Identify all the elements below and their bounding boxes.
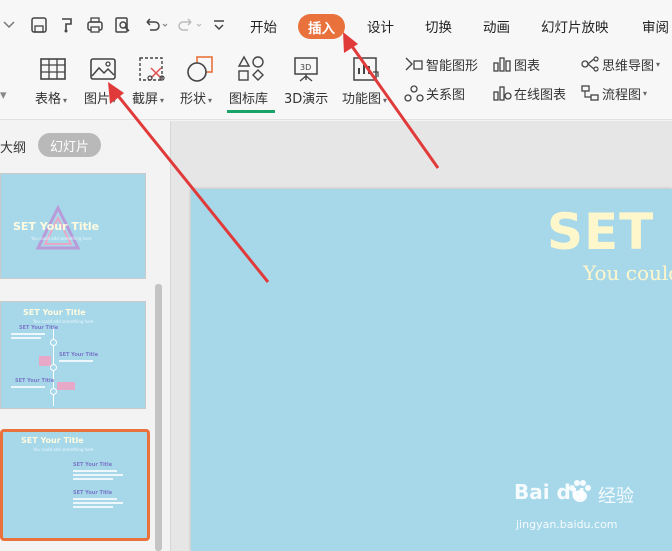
save-icon[interactable] xyxy=(28,13,50,37)
table-icon[interactable] xyxy=(38,54,68,84)
3d-demo-button[interactable]: 3D演示 xyxy=(284,88,328,107)
screenshot-button[interactable]: 截屏 ▾ xyxy=(132,88,164,107)
thumb-2-item-1: SET Your Title xyxy=(19,325,59,331)
slide-thumbnail-3[interactable]: SET Your Title You could add something h… xyxy=(0,429,150,541)
undo-icon[interactable] xyxy=(142,13,172,37)
thumb-3-item-1: SET Your Title xyxy=(73,462,113,468)
icon-library-icon[interactable] xyxy=(236,54,266,84)
tab-animation[interactable]: 动画 xyxy=(483,16,510,36)
thumb-2-title: SET Your Title xyxy=(23,308,86,317)
relation-chart-button[interactable]: 关系图 xyxy=(404,82,465,104)
function-chart-button[interactable]: 功能图 ▾ xyxy=(342,88,387,107)
insert-ribbon: ▾ 表格 ▾ 图片 ▾ 截屏 ▾ 形状 ▾ 图标库 3D 3D演示 功能图 ▾ 智能图形 … xyxy=(0,50,672,120)
thumb-3-item-2: SET Your Title xyxy=(73,490,113,496)
timeline-dot xyxy=(50,339,57,346)
tab-insert[interactable]: 插入 xyxy=(298,14,345,39)
slide-thumbnail-2[interactable]: SET Your Title You could add something h… xyxy=(0,301,146,409)
thumb-3-subtitle: You could add something here xyxy=(33,447,94,452)
chart-icon xyxy=(493,57,511,72)
flow-chart-button[interactable]: 流程图 ▾ xyxy=(580,82,647,104)
paw-icon xyxy=(569,480,591,502)
thumb-2-subtitle: You could add something here xyxy=(33,319,94,324)
function-chart-icon[interactable] xyxy=(351,54,381,84)
shape-button[interactable]: 形状 ▾ xyxy=(180,88,212,107)
title-tab-bar: 开始 插入 设计 切换 动画 幻灯片放映 审阅 xyxy=(0,0,672,50)
mind-map-button[interactable]: 思维导图 ▾ xyxy=(580,53,660,75)
smart-art-button[interactable]: 智能图形 xyxy=(404,53,478,75)
icon-library-button[interactable]: 图标库 xyxy=(229,88,268,107)
text-line xyxy=(73,474,123,476)
tab-home[interactable]: 开始 xyxy=(250,16,277,36)
picture-button[interactable]: 图片 ▾ xyxy=(84,88,116,107)
slide-title[interactable]: SET Y xyxy=(547,203,672,261)
customize-toolbar-icon[interactable] xyxy=(208,13,230,37)
text-line xyxy=(73,502,123,504)
flow-chart-icon xyxy=(581,85,599,101)
baidu-jingyan-watermark: Bai du 经验 jingyan.baidu.com xyxy=(514,480,664,540)
thumb-3-title: SET Your Title xyxy=(21,436,84,445)
text-line xyxy=(11,333,45,335)
timeline-dot xyxy=(50,364,57,371)
text-line xyxy=(11,337,41,339)
table-button[interactable]: 表格 ▾ xyxy=(35,88,67,107)
redo-icon[interactable] xyxy=(176,13,206,37)
slide-thumbnail-1[interactable]: SET Your Title You could add something h… xyxy=(0,173,146,279)
tab-outline[interactable]: 大纲 xyxy=(0,137,26,156)
tab-review[interactable]: 审阅 xyxy=(642,16,669,36)
text-line xyxy=(11,386,45,388)
thumb-2-item-3: SET Your Title xyxy=(15,378,55,384)
thumb-2-item-2: SET Your Title xyxy=(59,352,99,358)
print-icon[interactable] xyxy=(84,13,106,37)
slide-thumbnail-list: SET Your Title You could add something h… xyxy=(0,169,170,551)
text-line xyxy=(73,506,113,508)
icon-library-active-indicator xyxy=(227,110,275,113)
screenshot-icon[interactable] xyxy=(137,54,167,84)
chevron-icon[interactable] xyxy=(0,13,22,37)
text-line xyxy=(73,470,117,472)
thumb-1-title: SET Your Title xyxy=(13,220,100,233)
online-chart-icon xyxy=(493,86,512,101)
thumbnail-scrollbar[interactable] xyxy=(155,284,162,551)
tab-slides[interactable]: 幻灯片 xyxy=(38,133,102,157)
mind-map-icon xyxy=(581,56,599,72)
format-painter-icon[interactable] xyxy=(56,13,78,37)
tab-slideshow[interactable]: 幻灯片放映 xyxy=(541,16,609,36)
text-line xyxy=(59,360,93,362)
picture-icon[interactable] xyxy=(88,54,118,84)
thumb-1-subtitle: You could add something here xyxy=(31,236,92,241)
watermark-url: jingyan.baidu.com xyxy=(516,518,618,531)
ribbon-left-caret[interactable]: ▾ xyxy=(0,88,7,103)
text-line xyxy=(73,498,117,500)
print-preview-icon[interactable] xyxy=(112,13,134,37)
pink-block xyxy=(39,356,51,366)
tab-design[interactable]: 设计 xyxy=(367,16,394,36)
pink-block xyxy=(57,382,75,390)
slide-panel-header: 大纲 幻灯片 xyxy=(0,121,170,169)
tab-transition[interactable]: 切换 xyxy=(425,16,452,36)
slide-subtitle[interactable]: You could xyxy=(583,261,672,285)
chart-button[interactable]: 图表 xyxy=(492,53,540,75)
timeline-dot xyxy=(50,388,57,395)
online-chart-button[interactable]: 在线图表 xyxy=(492,82,566,104)
smart-art-icon xyxy=(405,57,423,71)
3d-demo-icon[interactable]: 3D xyxy=(291,54,321,84)
relation-chart-icon xyxy=(404,85,424,102)
svg-text:3D: 3D xyxy=(300,63,311,72)
text-line xyxy=(73,478,113,480)
watermark-suffix: 经验 xyxy=(598,486,634,507)
shape-icon[interactable] xyxy=(185,54,215,84)
